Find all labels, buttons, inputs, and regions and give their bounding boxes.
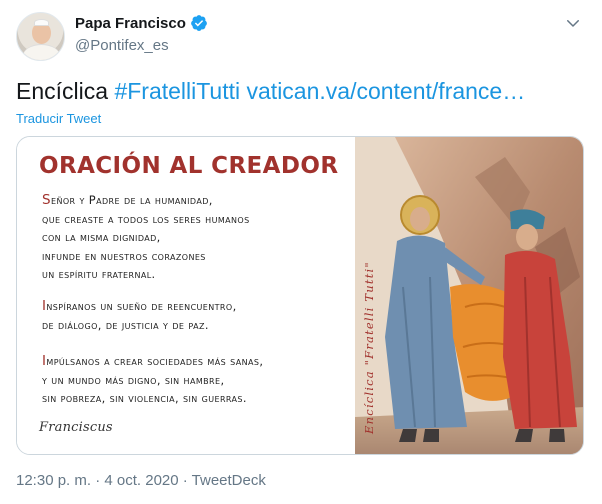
- vertical-caption-text: Encíclica "Fratelli Tutti": [362, 261, 376, 434]
- prayer-line: de diálogo, de justicia y de paz.: [42, 317, 209, 332]
- tweet-media-image[interactable]: ORACIÓN AL CREADOR Señor y Padre de la h…: [16, 136, 584, 455]
- prayer-line: con la misma dignidad,: [42, 230, 161, 244]
- author-names: Papa Francisco @Pontifex_es: [75, 14, 208, 54]
- hashtag-link[interactable]: #FratelliTutti: [114, 78, 240, 104]
- prayer-stanza-2: Inspíranos un sueño de reencuentro, de d…: [42, 297, 237, 334]
- prayer-title: ORACIÓN AL CREADOR: [39, 153, 339, 179]
- author-display-name[interactable]: Papa Francisco: [75, 14, 208, 32]
- prayer-line: sin pobreza, sin violencia, sin guerras.: [42, 391, 247, 405]
- fresco-painting: Encíclica "Fratelli Tutti": [355, 137, 583, 454]
- translate-tweet-link[interactable]: Traducir Tweet: [16, 111, 101, 126]
- prayer-stanza-1: Señor y Padre de la humanidad, que creas…: [42, 191, 250, 284]
- prayer-line: Señor y Padre de la humanidad,: [42, 192, 213, 208]
- prayer-line: un espíritu fraternal.: [42, 267, 156, 281]
- author-handle[interactable]: @Pontifex_es: [75, 37, 208, 54]
- signature: Franciscus: [39, 420, 113, 435]
- tweet-text: Encíclica #FratelliTutti vatican.va/cont…: [16, 77, 586, 105]
- avatar-robe: [23, 44, 60, 60]
- prayer-line: infunde en nuestros corazones: [42, 248, 206, 263]
- fresco-illustration: [355, 137, 583, 454]
- tweet-footer-meta[interactable]: 12:30 p. m. · 4 oct. 2020 · TweetDeck: [16, 472, 266, 489]
- vertical-caption: Encíclica "Fratelli Tutti": [355, 137, 376, 454]
- prayer-line: que creaste a todos los seres humanos: [42, 211, 250, 226]
- chevron-down-icon[interactable]: [564, 14, 582, 32]
- tweet-header: Papa Francisco @Pontifex_es: [16, 12, 586, 64]
- prayer-panel: ORACIÓN AL CREADOR Señor y Padre de la h…: [17, 137, 355, 454]
- prayer-line: y un mundo más digno, sin hambre,: [42, 372, 225, 387]
- prayer-line: Inspíranos un sueño de reencuentro,: [42, 298, 237, 314]
- avatar-cap: [34, 19, 49, 26]
- verified-badge-icon: [191, 15, 207, 31]
- tweet-text-plain: Encíclica: [16, 78, 115, 104]
- display-name-text[interactable]: Papa Francisco: [75, 15, 186, 32]
- prayer-line: Impúlsanos a crear sociedades más sanas,: [42, 353, 264, 369]
- prayer-stanza-3: Impúlsanos a crear sociedades más sanas,…: [42, 352, 263, 408]
- url-link[interactable]: vatican.va/content/france…: [247, 78, 526, 104]
- author-avatar[interactable]: [16, 12, 65, 61]
